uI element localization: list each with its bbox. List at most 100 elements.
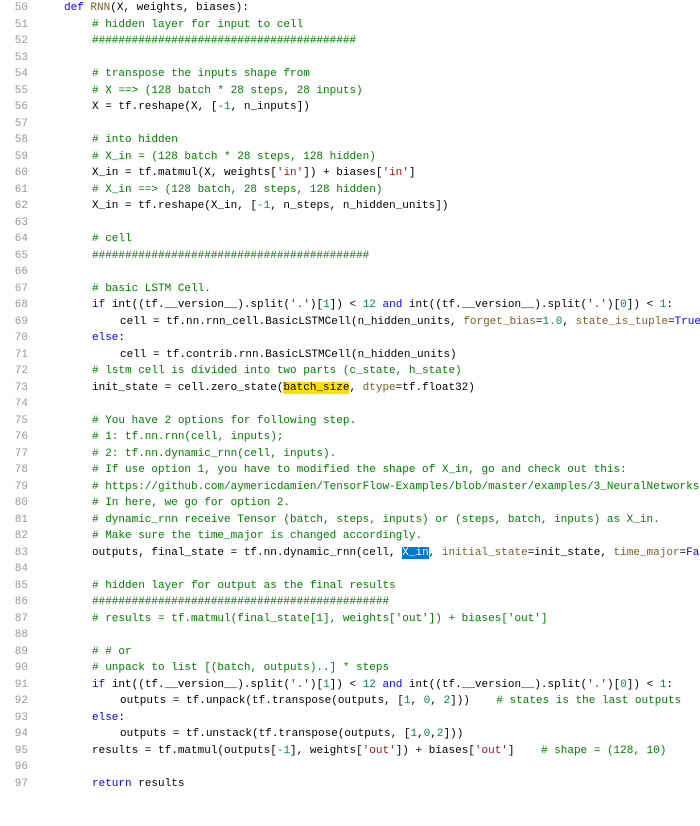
token-str: 'in' <box>382 167 408 179</box>
token-str: 'out' <box>363 745 396 757</box>
token: results = tf.matmul(outputs[ <box>92 745 277 757</box>
code-line[interactable]: cell = tf.nn.rnn_cell.BasicLSTMCell(n_hi… <box>36 314 700 331</box>
code-line[interactable]: outputs = tf.unpack(tf.transpose(outputs… <box>36 693 700 710</box>
line-number: 65 <box>0 248 28 265</box>
token-cm: # into hidden <box>92 134 178 146</box>
token-kw: else <box>92 712 118 724</box>
code-line[interactable]: results = tf.matmul(outputs[-1], weights… <box>36 743 700 760</box>
code-line[interactable]: cell = tf.contrib.rnn.BasicLSTMCell(n_hi… <box>36 347 700 364</box>
code-line[interactable] <box>36 561 700 578</box>
token: : <box>666 299 673 311</box>
code-line[interactable]: else: <box>36 710 700 727</box>
code-line[interactable]: # results = tf.matmul(final_state[1], we… <box>36 611 700 628</box>
token: , n_inputs]) <box>231 101 310 113</box>
code-line[interactable]: # transpose the inputs shape from <box>36 66 700 83</box>
line-number: 67 <box>0 281 28 298</box>
code-line[interactable] <box>36 264 700 281</box>
token: , <box>562 316 575 328</box>
code-line[interactable]: outputs = tf.unstack(tf.transpose(output… <box>36 726 700 743</box>
token: ]) < <box>627 299 660 311</box>
code-line[interactable] <box>36 116 700 133</box>
token: ])) <box>444 728 464 740</box>
code-line[interactable]: # Make sure the time_major is changed ac… <box>36 528 700 545</box>
token-str: 'out' <box>475 745 508 757</box>
token: )[ <box>607 679 620 691</box>
token: = <box>668 316 675 328</box>
token-cm: # You have 2 options for following step. <box>92 415 356 427</box>
code-line[interactable]: if int((tf.__version__).split('.')[1]) <… <box>36 297 700 314</box>
token-num: -1 <box>217 101 230 113</box>
token-kw: def <box>64 2 90 14</box>
line-number: 80 <box>0 495 28 512</box>
line-number: 53 <box>0 50 28 67</box>
code-line[interactable]: def RNN(X, weights, biases): <box>36 0 700 17</box>
line-number: 97 <box>0 776 28 793</box>
code-line[interactable]: # https://github.com/aymericdamien/Tenso… <box>36 479 700 496</box>
code-line[interactable]: # X_in = (128 batch * 28 steps, 128 hidd… <box>36 149 700 166</box>
line-number: 90 <box>0 660 28 677</box>
code-line[interactable]: X_in = tf.matmul(X, weights['in']) + bia… <box>36 165 700 182</box>
code-line[interactable]: if int((tf.__version__).split('.')[1]) <… <box>36 677 700 694</box>
code-editor[interactable]: 5051525354555657585960616263646566676869… <box>0 0 700 792</box>
code-line[interactable] <box>36 759 700 776</box>
code-line[interactable]: # 2: tf.nn.dynamic_rnn(cell, inputs). <box>36 446 700 463</box>
line-number: 91 <box>0 677 28 694</box>
code-line[interactable] <box>36 396 700 413</box>
token: ]) < <box>330 679 363 691</box>
code-line[interactable]: ######################################## <box>36 33 700 50</box>
code-line[interactable] <box>36 215 700 232</box>
code-line[interactable]: # lstm cell is divided into two parts (c… <box>36 363 700 380</box>
token-cm: # cell <box>92 233 132 245</box>
line-number: 95 <box>0 743 28 760</box>
code-line[interactable] <box>36 50 700 67</box>
code-line[interactable]: outputs, final_state = tf.nn.dynamic_rnn… <box>36 545 700 562</box>
code-line[interactable]: # # or <box>36 644 700 661</box>
token: cell = tf.nn.rnn_cell.BasicLSTMCell(n_hi… <box>120 316 463 328</box>
token-num: 0 <box>620 679 627 691</box>
token: cell = tf.contrib.rnn.BasicLSTMCell(n_hi… <box>120 349 457 361</box>
token-cm: # hidden layer for output as the final r… <box>92 580 396 592</box>
token: )[ <box>310 679 323 691</box>
code-line[interactable]: X = tf.reshape(X, [-1, n_inputs]) <box>36 99 700 116</box>
token: X = tf.reshape(X, [ <box>92 101 217 113</box>
token-param: forget_bias <box>463 316 536 328</box>
token-cm: # https://github.com/aymericdamien/Tenso… <box>92 481 700 493</box>
code-line[interactable]: # basic LSTM Cell. <box>36 281 700 298</box>
code-line[interactable]: ########################################… <box>36 248 700 265</box>
line-number: 76 <box>0 429 28 446</box>
code-line[interactable]: ########################################… <box>36 594 700 611</box>
code-line[interactable]: # hidden layer for input to cell <box>36 17 700 34</box>
code-line[interactable]: else: <box>36 330 700 347</box>
code-line[interactable]: return results <box>36 776 700 793</box>
code-line[interactable]: # X_in ==> (128 batch, 28 steps, 128 hid… <box>36 182 700 199</box>
code-line[interactable]: # unpack to list [(batch, outputs)..] * … <box>36 660 700 677</box>
token: outputs = tf.unstack(tf.transpose(output… <box>120 728 410 740</box>
line-number: 83 <box>0 545 28 562</box>
token-cm: # shape = (128, 10) <box>541 745 666 757</box>
code-line[interactable]: # cell <box>36 231 700 248</box>
code-body[interactable]: def RNN(X, weights, biases):# hidden lay… <box>36 0 700 792</box>
code-line[interactable]: # into hidden <box>36 132 700 149</box>
token-num: 12 <box>363 679 376 691</box>
token: =init_state, <box>528 547 614 559</box>
token: init_state = cell.zero_state( <box>92 382 283 394</box>
line-number: 93 <box>0 710 28 727</box>
line-number: 61 <box>0 182 28 199</box>
code-line[interactable]: # dynamic_rnn receive Tensor (batch, ste… <box>36 512 700 529</box>
code-line[interactable]: # In here, we go for option 2. <box>36 495 700 512</box>
code-line[interactable]: init_state = cell.zero_state(batch_size,… <box>36 380 700 397</box>
token-cm: # basic LSTM Cell. <box>92 283 211 295</box>
token: ]) + biases[ <box>396 745 475 757</box>
token-bool: True <box>675 316 700 328</box>
code-line[interactable]: # 1: tf.nn.rnn(cell, inputs); <box>36 429 700 446</box>
token: )[ <box>310 299 323 311</box>
code-line[interactable]: # If use option 1, you have to modified … <box>36 462 700 479</box>
token: ]) < <box>330 299 363 311</box>
token-cm: # 2: tf.nn.dynamic_rnn(cell, inputs). <box>92 448 336 460</box>
code-line[interactable]: # hidden layer for output as the final r… <box>36 578 700 595</box>
code-line[interactable] <box>36 627 700 644</box>
code-line[interactable]: X_in = tf.reshape(X_in, [-1, n_steps, n_… <box>36 198 700 215</box>
code-line[interactable]: # You have 2 options for following step. <box>36 413 700 430</box>
token: int((tf.__version__).split( <box>112 299 290 311</box>
code-line[interactable]: # X ==> (128 batch * 28 steps, 28 inputs… <box>36 83 700 100</box>
